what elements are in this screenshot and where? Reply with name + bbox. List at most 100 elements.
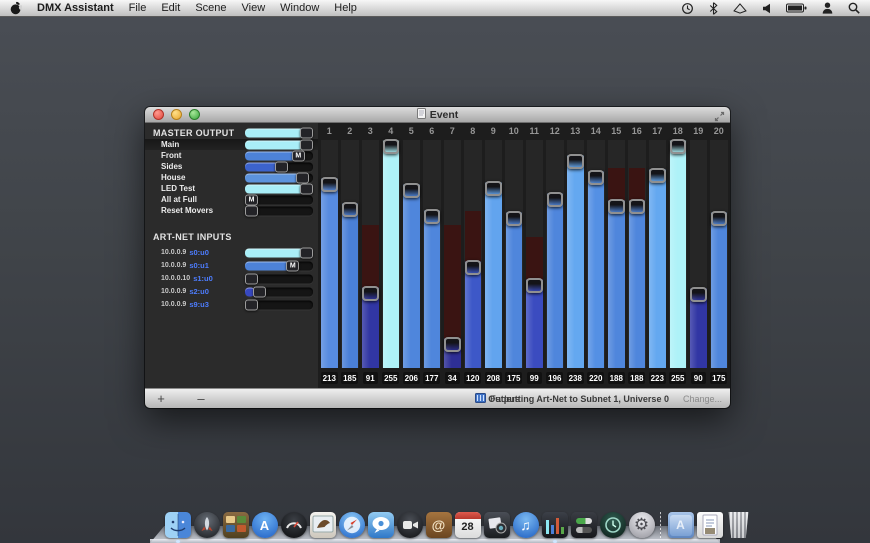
address-book-icon[interactable]: @ <box>426 512 452 538</box>
fader-row-house[interactable]: House <box>145 172 318 183</box>
channel-fader-knob[interactable] <box>547 192 564 207</box>
channel-fader-track[interactable] <box>403 140 421 368</box>
channel-column-16[interactable]: 16188 <box>627 123 648 388</box>
volume-icon[interactable] <box>762 3 771 14</box>
documents-icon[interactable] <box>697 512 723 538</box>
channel-column-12[interactable]: 12196 <box>545 123 566 388</box>
artnet-row-s2-u0[interactable]: 10.0.0.9s2:u0 <box>145 285 318 298</box>
fader-row-led-test[interactable]: LED Test <box>145 183 318 194</box>
channel-column-20[interactable]: 20175 <box>709 123 730 388</box>
channel-fader-knob[interactable] <box>608 199 625 214</box>
channel-fader-track[interactable] <box>587 140 605 368</box>
dock-icon-dmx-assistant[interactable] <box>541 512 568 538</box>
dashboard-icon[interactable] <box>281 512 307 538</box>
channel-fader-knob[interactable] <box>383 139 400 154</box>
fader-row-front[interactable]: FrontM <box>145 150 318 161</box>
menu-item-edit[interactable]: Edit <box>161 2 180 14</box>
dock-icon-finder[interactable] <box>164 512 191 538</box>
zoom-button[interactable] <box>189 109 200 120</box>
channel-fader-knob[interactable] <box>690 287 707 302</box>
menu-item-help[interactable]: Help <box>334 2 357 14</box>
slider-knob[interactable] <box>245 273 258 284</box>
channel-fader-track[interactable] <box>546 140 564 368</box>
channel-fader-track[interactable] <box>649 140 667 368</box>
channel-fader-track[interactable] <box>505 140 523 368</box>
fader-slider[interactable] <box>245 140 313 149</box>
channel-fader-track[interactable] <box>526 140 544 368</box>
artnet-row-s1-u0[interactable]: 10.0.0.10s1:u0 <box>145 272 318 285</box>
dock-icon-itunes[interactable]: ♫ <box>512 512 539 538</box>
artnet-slider[interactable] <box>245 300 313 309</box>
dock-icon-dashboard[interactable] <box>280 512 307 538</box>
app-store-icon[interactable]: A <box>252 512 278 538</box>
channel-fader-knob[interactable] <box>485 181 502 196</box>
artnet-slider[interactable] <box>245 287 313 296</box>
channel-fader-knob[interactable] <box>629 199 646 214</box>
slider-knob[interactable] <box>245 299 258 310</box>
menu-item-window[interactable]: Window <box>280 2 319 14</box>
menu-item-scene[interactable]: Scene <box>195 2 226 14</box>
applications-folder-icon[interactable]: A <box>668 512 694 538</box>
slider-knob[interactable] <box>245 205 258 216</box>
mission-control-icon[interactable] <box>223 512 249 538</box>
photo-booth-icon[interactable] <box>484 512 510 538</box>
fader-slider[interactable]: M <box>245 151 313 160</box>
channel-fader-knob[interactable] <box>321 177 338 192</box>
dock-icon-launchpad[interactable] <box>193 512 220 538</box>
channel-fader-track[interactable] <box>423 140 441 368</box>
menu-item-file[interactable]: File <box>129 2 147 14</box>
fader-slider[interactable] <box>245 162 313 171</box>
remove-button[interactable]: – <box>191 389 211 408</box>
slider-knob[interactable] <box>275 161 288 172</box>
artnet-slider[interactable]: M <box>245 261 313 270</box>
fader-row-sides[interactable]: Sides <box>145 161 318 172</box>
fader-slider[interactable] <box>245 173 313 182</box>
channel-column-8[interactable]: 8120 <box>463 123 484 388</box>
channel-column-17[interactable]: 17223 <box>647 123 668 388</box>
close-button[interactable] <box>153 109 164 120</box>
slider-knob[interactable] <box>300 139 313 150</box>
time-machine-icon[interactable] <box>600 512 626 538</box>
preview-icon[interactable] <box>310 512 336 538</box>
channel-fader-knob[interactable] <box>403 183 420 198</box>
channel-fader-knob[interactable] <box>444 337 461 352</box>
artnet-row-s0-u0[interactable]: 10.0.0.9s0:u0 <box>145 246 318 259</box>
channel-column-6[interactable]: 6177 <box>422 123 443 388</box>
dock-icon-photo-booth[interactable] <box>483 512 510 538</box>
fader-slider[interactable] <box>245 184 313 193</box>
launchpad-icon[interactable] <box>194 512 220 538</box>
slider-knob[interactable] <box>300 127 313 138</box>
fader-slider[interactable] <box>245 206 313 215</box>
channel-column-13[interactable]: 13238 <box>565 123 586 388</box>
channel-column-18[interactable]: 18255 <box>668 123 689 388</box>
time-machine-menu-icon[interactable] <box>681 2 694 15</box>
channel-column-3[interactable]: 391 <box>360 123 381 388</box>
fader-slider[interactable]: M <box>245 195 313 204</box>
ical-icon[interactable]: 28 <box>455 512 481 538</box>
channel-fader-track[interactable] <box>464 140 482 368</box>
system-preferences-icon[interactable]: ⚙ <box>629 512 655 538</box>
itunes-icon[interactable]: ♫ <box>513 512 539 538</box>
channel-fader-knob[interactable] <box>567 154 584 169</box>
change-link[interactable]: Change... <box>683 394 722 404</box>
channel-fader-knob[interactable] <box>670 139 687 154</box>
dock-icon-preview[interactable] <box>309 512 336 538</box>
finder-icon[interactable] <box>165 512 191 538</box>
channel-fader-track[interactable] <box>690 140 708 368</box>
spotlight-icon[interactable] <box>848 2 860 14</box>
menu-item-view[interactable]: View <box>242 2 266 14</box>
channel-column-2[interactable]: 2185 <box>340 123 361 388</box>
slider-knob[interactable]: M <box>286 260 299 271</box>
airport-icon[interactable] <box>733 3 747 14</box>
bluetooth-icon[interactable] <box>709 2 718 15</box>
channel-fader-track[interactable] <box>485 140 503 368</box>
dock-icon-trash[interactable] <box>725 512 752 538</box>
artnet-slider[interactable] <box>245 248 313 257</box>
dock-icon-facetime[interactable] <box>396 512 423 538</box>
channel-column-7[interactable]: 734 <box>442 123 463 388</box>
dock-icon-switches-utility[interactable] <box>570 512 597 538</box>
menu-app-name[interactable]: DMX Assistant <box>37 2 114 14</box>
channel-fader-knob[interactable] <box>342 202 359 217</box>
trash-icon[interactable] <box>726 512 752 538</box>
channel-fader-track[interactable] <box>444 140 462 368</box>
